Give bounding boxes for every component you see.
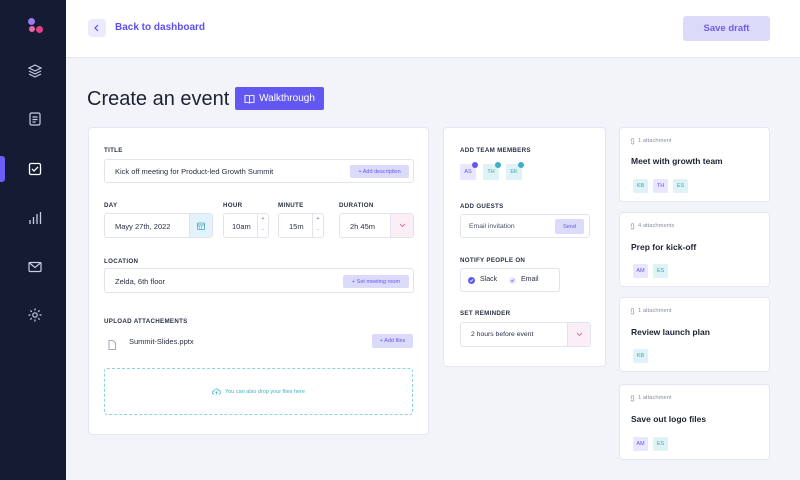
reminder-value: 2 hours before event — [471, 331, 534, 338]
title-input[interactable]: Kick off meeting for Product-led Growth … — [104, 159, 414, 183]
sidebar — [0, 0, 66, 480]
event-form-card: TITLE Kick off meeting for Product-led G… — [88, 127, 429, 435]
paperclip-icon — [630, 308, 635, 315]
mail-icon[interactable] — [24, 256, 46, 278]
member-avatar[interactable]: EK — [506, 162, 524, 180]
reminder-label: SET REMINDER — [460, 310, 511, 317]
app-logo[interactable] — [28, 18, 44, 36]
email-option-label: Email — [521, 276, 539, 283]
task-title: Meet with growth team — [631, 156, 723, 166]
task-title: Save out logo files — [631, 414, 707, 424]
duration-value: 2h 45m — [350, 222, 376, 231]
add-files-button[interactable]: + Add files — [372, 334, 413, 348]
minute-label: MINUTE — [278, 202, 304, 209]
book-icon — [244, 94, 255, 104]
page-title: Create an event — [87, 88, 230, 110]
day-value: Mayy 27th, 2022 — [115, 222, 171, 231]
minute-decrement-button[interactable]: - — [313, 225, 323, 236]
task-card[interactable]: 1 attachment Review launch plan KB — [619, 297, 770, 372]
walkthrough-label: Walkthrough — [259, 93, 315, 104]
task-avatar: ES — [673, 179, 688, 193]
active-nav-indicator — [0, 156, 5, 182]
upload-label: UPLOAD ATTACHEMENTS — [104, 318, 188, 325]
task-card[interactable]: 4 attachments Prep for kick-off AM ES — [619, 212, 770, 287]
minute-increment-button[interactable]: + — [313, 214, 323, 225]
notify-options: Slack Email — [460, 268, 560, 292]
paperclip-icon — [630, 223, 635, 230]
task-avatar: KB — [633, 179, 648, 193]
hour-increment-button[interactable]: + — [258, 214, 268, 225]
chevron-down-icon — [399, 223, 405, 228]
checkbox-icon[interactable] — [24, 158, 46, 180]
member-avatar[interactable]: TH — [483, 162, 501, 180]
attachment-file-name[interactable]: Summit-Slides.pptx — [129, 337, 194, 346]
day-input[interactable]: Mayy 27th, 2022 — [104, 213, 213, 238]
team-card: ADD TEAM MEMBERS AS TH EK ADD GUESTS Ema… — [443, 127, 606, 367]
chevron-left-icon — [94, 24, 99, 32]
attachment-count: 4 attachments — [638, 223, 675, 229]
minute-stepper[interactable]: 15m + - — [278, 213, 324, 238]
duration-select[interactable]: 2h 45m — [339, 213, 414, 238]
attachment-count: 1 attachment — [638, 138, 672, 144]
back-button[interactable] — [88, 19, 106, 37]
file-dropzone[interactable]: You can also drop your files here — [104, 368, 413, 415]
duration-label: DURATION — [339, 202, 374, 209]
notify-label: NOTIFY PEOPLE ON — [460, 257, 526, 264]
gear-icon[interactable] — [24, 304, 46, 326]
guests-label: ADD GUESTS — [460, 203, 504, 210]
member-avatar[interactable]: AS — [460, 162, 478, 180]
title-value: Kick off meeting for Product-led Growth … — [115, 167, 274, 176]
layers-icon[interactable] — [24, 60, 46, 82]
slack-option-label: Slack — [480, 276, 498, 283]
task-avatar: TH — [653, 179, 668, 193]
task-avatar: AM — [633, 264, 648, 278]
chart-icon[interactable] — [24, 207, 46, 229]
task-avatar: ES — [653, 437, 668, 451]
attachment-count: 1 attachment — [638, 308, 672, 314]
walkthrough-button[interactable]: Walkthrough — [235, 87, 324, 110]
send-invite-button[interactable]: Send — [555, 219, 584, 234]
set-meeting-room-button[interactable]: + Set meeting room — [343, 275, 409, 288]
slack-checkbox[interactable] — [468, 277, 475, 284]
file-icon — [108, 337, 116, 355]
task-avatar: AM — [633, 437, 648, 451]
team-members-label: ADD TEAM MEMBERS — [460, 147, 531, 154]
email-checkbox[interactable] — [509, 277, 516, 284]
title-label: TITLE — [104, 147, 123, 154]
task-title: Prep for kick-off — [631, 242, 697, 252]
add-description-button[interactable]: + Add description — [350, 165, 409, 178]
chevron-down-icon — [576, 332, 582, 337]
task-avatar: KB — [633, 349, 648, 363]
save-draft-button[interactable]: Save draft — [683, 16, 770, 41]
calendar-icon — [197, 222, 205, 230]
task-title: Review launch plan — [631, 327, 710, 337]
minute-value: 15m — [289, 222, 304, 231]
location-value: Zelda, 6th floor — [115, 277, 166, 286]
task-card[interactable]: 1 attachment Save out logo files AM ES — [619, 384, 770, 460]
task-avatar: ES — [653, 264, 668, 278]
task-card[interactable]: 1 attachment Meet with growth team KB TH… — [619, 127, 770, 202]
hour-stepper[interactable]: 10am + - — [223, 213, 269, 238]
hour-value: 10am — [232, 222, 251, 231]
top-bar: Back to dashboard Save draft — [66, 0, 800, 58]
dropzone-text: You can also drop your files here — [225, 388, 305, 395]
guest-email-placeholder: Email invitation — [469, 223, 515, 230]
back-to-dashboard-link[interactable]: Back to dashboard — [115, 22, 205, 33]
attachment-count: 1 attachment — [638, 395, 672, 401]
document-icon[interactable] — [24, 108, 46, 130]
guest-email-input[interactable]: Email invitation Send — [460, 214, 590, 238]
day-label: DAY — [104, 202, 118, 209]
location-input[interactable]: Zelda, 6th floor + Set meeting room — [104, 268, 414, 293]
paperclip-icon — [630, 395, 635, 402]
location-label: LOCATION — [104, 258, 139, 265]
paperclip-icon — [630, 138, 635, 145]
hour-decrement-button[interactable]: - — [258, 225, 268, 236]
calendar-button[interactable] — [189, 214, 212, 237]
reminder-select[interactable]: 2 hours before event — [460, 322, 591, 347]
cloud-upload-icon — [212, 388, 221, 395]
hour-label: HOUR — [223, 202, 243, 209]
